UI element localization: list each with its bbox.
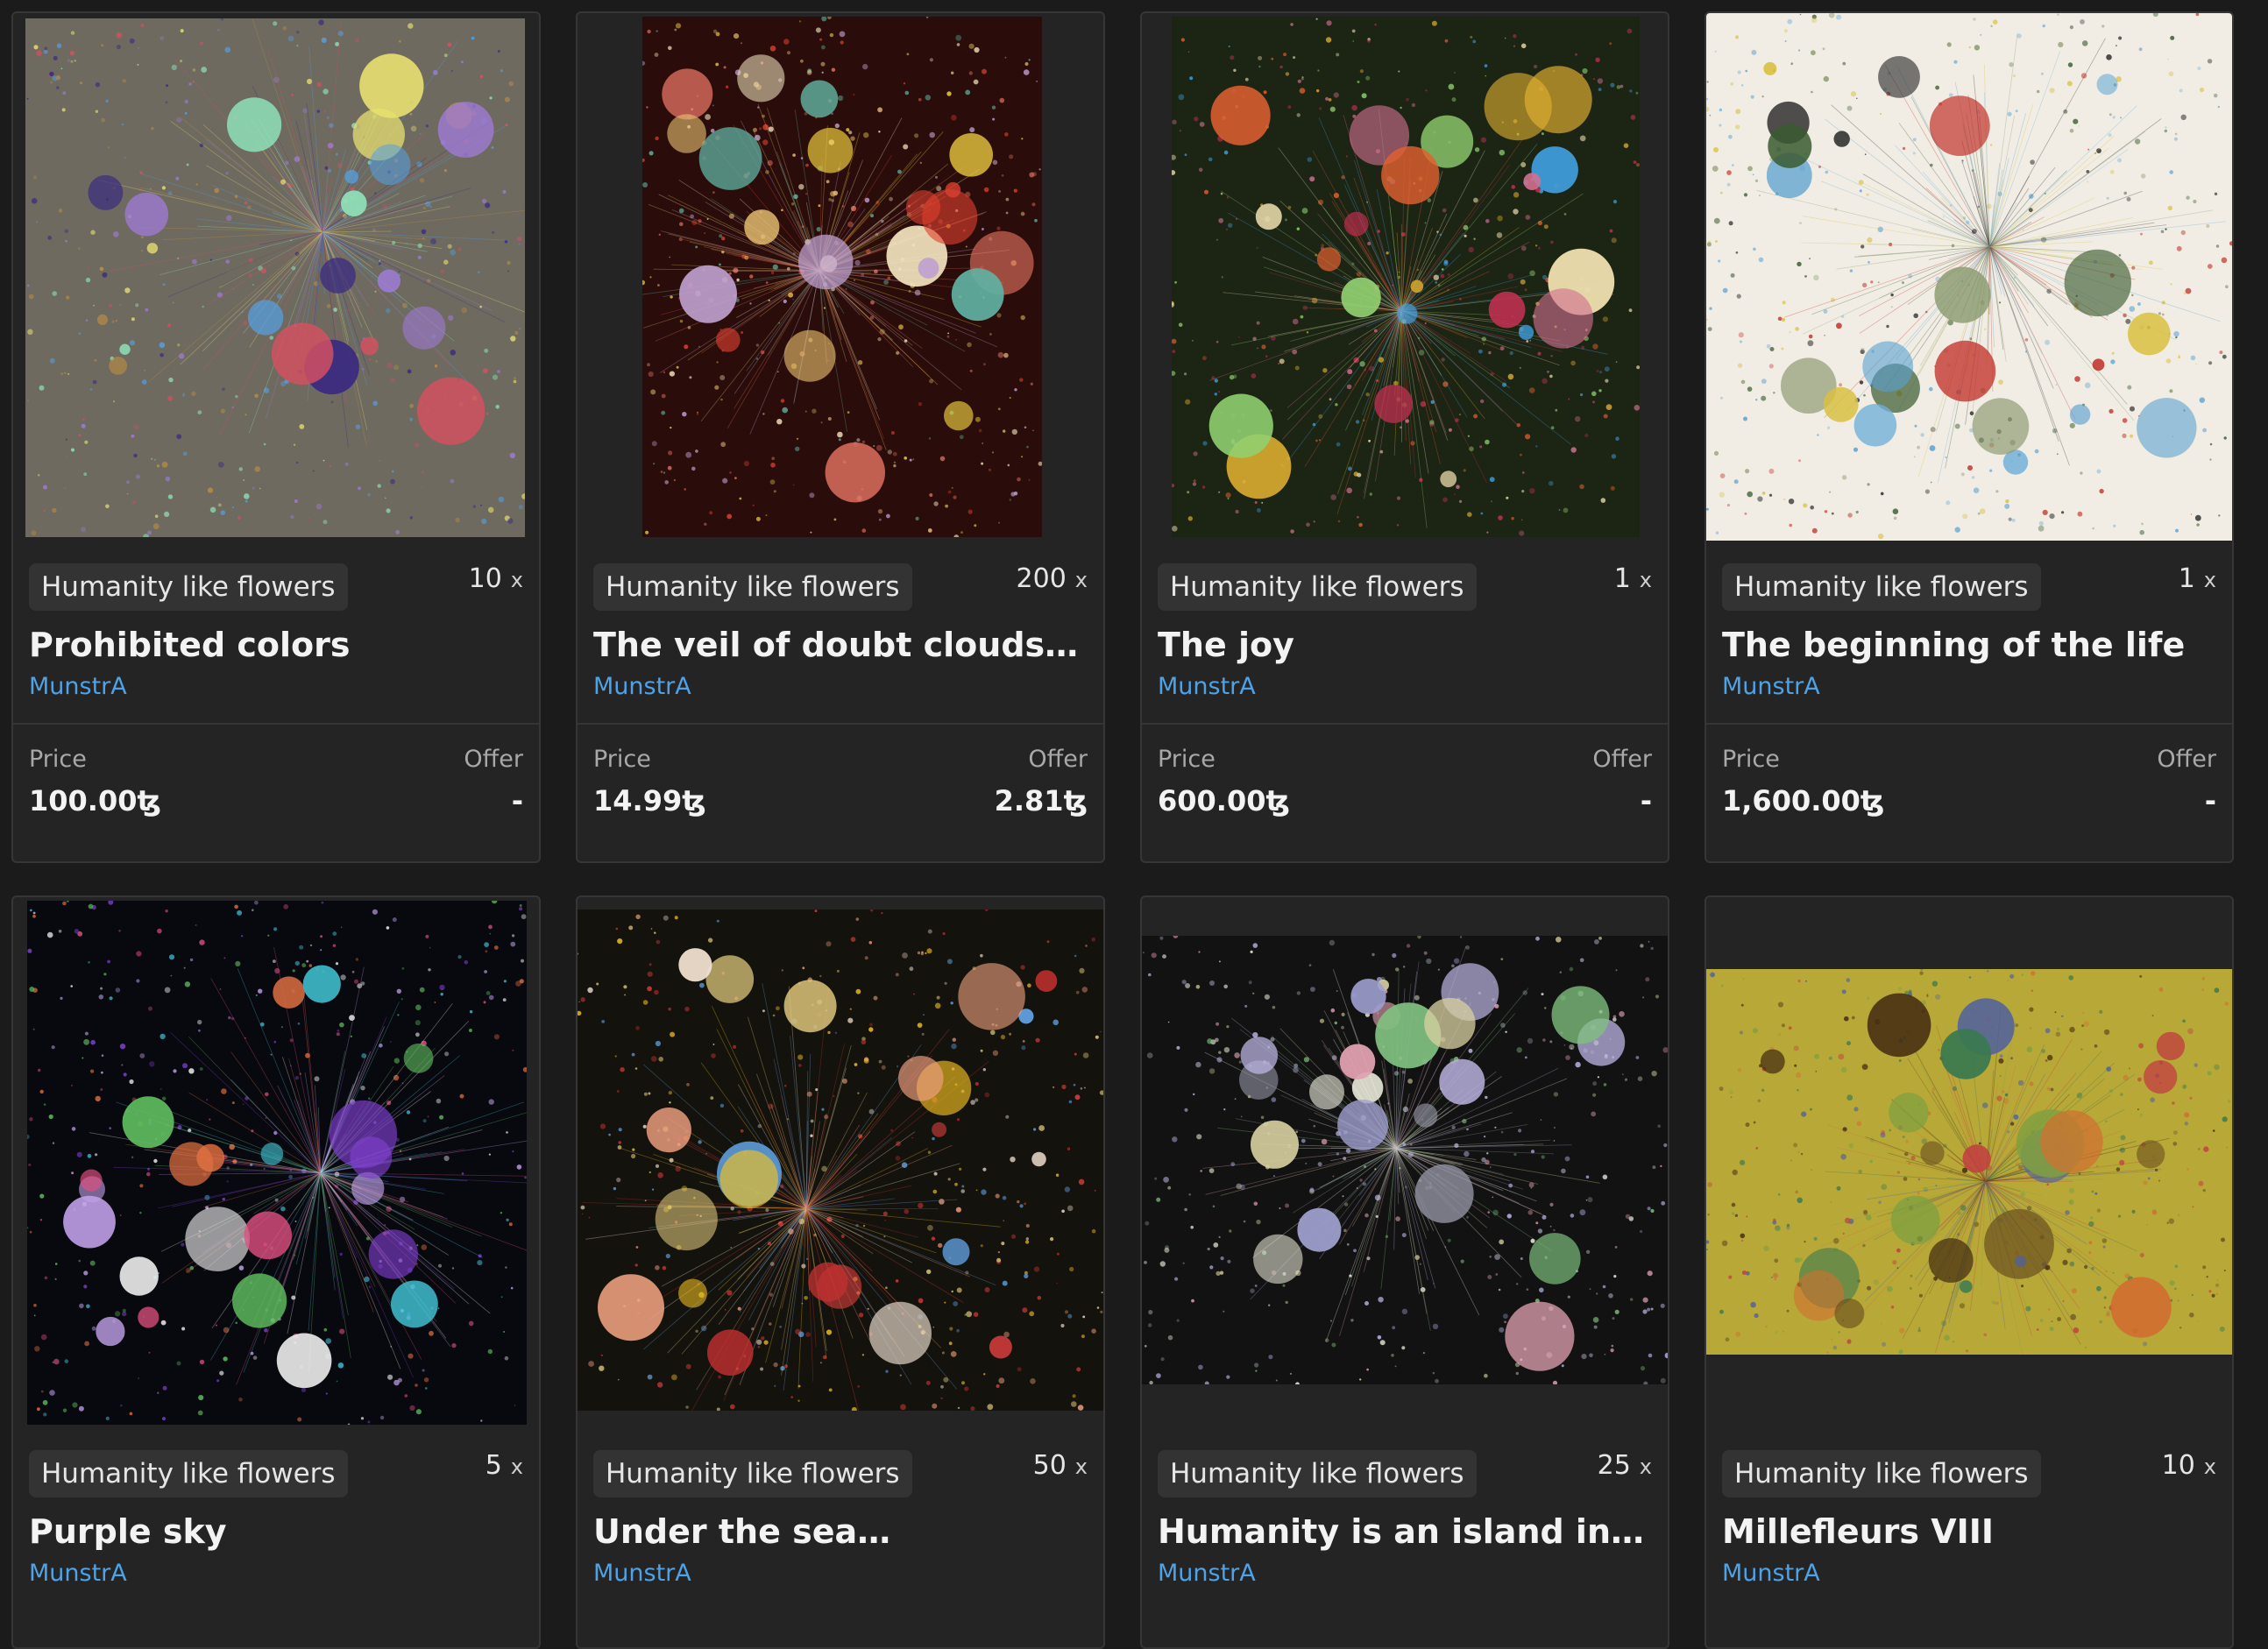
price-value: 14.99ꜩ <box>593 784 706 817</box>
artwork-title[interactable]: The veil of doubt clouds yo… <box>593 623 1088 667</box>
price-label: Price <box>29 746 87 773</box>
artist-link[interactable]: MunstrA <box>593 672 1088 702</box>
artist-link[interactable]: MunstrA <box>593 1559 1088 1589</box>
artwork-image <box>1706 13 2232 541</box>
nft-card[interactable]: Humanity like flowers 10x Millefleurs VI… <box>1705 895 2234 1649</box>
edition-count: 1x <box>1614 563 1652 594</box>
offer-label: Offer <box>1592 746 1652 773</box>
artwork-image <box>27 901 527 1425</box>
artwork-title[interactable]: Millefleurs VIII <box>1722 1510 2216 1553</box>
series-tag[interactable]: Humanity like flowers <box>1722 1450 2041 1497</box>
artwork-image <box>1172 17 1640 537</box>
artwork-thumbnail[interactable] <box>1142 897 1668 1427</box>
price-label: Price <box>593 746 651 773</box>
nft-card[interactable]: Humanity like flowers 5x Purple sky Muns… <box>11 895 541 1649</box>
offer-value: - <box>1641 784 1652 817</box>
artwork-image <box>1142 936 1668 1384</box>
artist-link[interactable]: MunstrA <box>1158 1559 1652 1589</box>
offer-value: - <box>2205 784 2216 817</box>
series-tag[interactable]: Humanity like flowers <box>1158 1450 1477 1497</box>
artwork-image <box>578 909 1103 1411</box>
artwork-thumbnail[interactable] <box>13 13 539 541</box>
artist-link[interactable]: MunstrA <box>29 1559 523 1589</box>
artwork-thumbnail[interactable] <box>1142 13 1668 541</box>
artwork-title[interactable]: Humanity is an island in the… <box>1158 1510 1652 1553</box>
series-tag[interactable]: Humanity like flowers <box>29 1450 348 1497</box>
artwork-thumbnail[interactable] <box>1706 897 2232 1427</box>
nft-card[interactable]: Humanity like flowers 10x Prohibited col… <box>11 11 541 863</box>
price-value: 1,600.00ꜩ <box>1722 784 1884 817</box>
nft-card[interactable]: Humanity like flowers 25x Humanity is an… <box>1140 895 1669 1649</box>
artist-link[interactable]: MunstrA <box>1722 1559 2216 1589</box>
edition-count: 10x <box>469 563 523 594</box>
artwork-image <box>642 17 1042 537</box>
offer-value: 2.81ꜩ <box>995 784 1088 817</box>
artwork-image <box>1706 969 2232 1355</box>
artwork-title[interactable]: The beginning of the life <box>1722 623 2216 667</box>
nft-card[interactable]: Humanity like flowers 200x The veil of d… <box>576 11 1105 863</box>
artwork-title[interactable]: The joy <box>1158 623 1652 667</box>
offer-label: Offer <box>464 746 523 773</box>
nft-card[interactable]: Humanity like flowers 1x The beginning o… <box>1705 11 2234 863</box>
artwork-image <box>25 18 525 537</box>
offer-label: Offer <box>2157 746 2216 773</box>
offer-value: - <box>512 784 523 817</box>
series-tag[interactable]: Humanity like flowers <box>1722 563 2041 611</box>
price-value: 600.00ꜩ <box>1158 784 1290 817</box>
artwork-thumbnail[interactable] <box>13 897 539 1427</box>
series-tag[interactable]: Humanity like flowers <box>29 563 348 611</box>
artwork-title[interactable]: Under the sea… <box>593 1510 1088 1553</box>
price-label: Price <box>1722 746 1780 773</box>
edition-count: 50x <box>1033 1450 1088 1481</box>
edition-count: 25x <box>1598 1450 1652 1481</box>
artwork-thumbnail[interactable] <box>578 897 1103 1427</box>
series-tag[interactable]: Humanity like flowers <box>1158 563 1477 611</box>
price-label: Price <box>1158 746 1216 773</box>
artwork-thumbnail[interactable] <box>578 13 1103 541</box>
nft-card[interactable]: Humanity like flowers 1x The joy MunstrA… <box>1140 11 1669 863</box>
edition-count: 5x <box>485 1450 523 1481</box>
price-value: 100.00ꜩ <box>29 784 161 817</box>
artist-link[interactable]: MunstrA <box>1158 672 1652 702</box>
artwork-thumbnail[interactable] <box>1706 13 2232 541</box>
nft-card[interactable]: Humanity like flowers 50x Under the sea…… <box>576 895 1105 1649</box>
artwork-title[interactable]: Prohibited colors <box>29 623 523 667</box>
offer-label: Offer <box>1028 746 1088 773</box>
edition-count: 1x <box>2179 563 2216 594</box>
edition-count: 200x <box>1017 563 1088 594</box>
artist-link[interactable]: MunstrA <box>1722 672 2216 702</box>
series-tag[interactable]: Humanity like flowers <box>593 1450 912 1497</box>
artist-link[interactable]: MunstrA <box>29 672 523 702</box>
series-tag[interactable]: Humanity like flowers <box>593 563 912 611</box>
edition-count: 10x <box>2162 1450 2216 1481</box>
artwork-title[interactable]: Purple sky <box>29 1510 523 1553</box>
